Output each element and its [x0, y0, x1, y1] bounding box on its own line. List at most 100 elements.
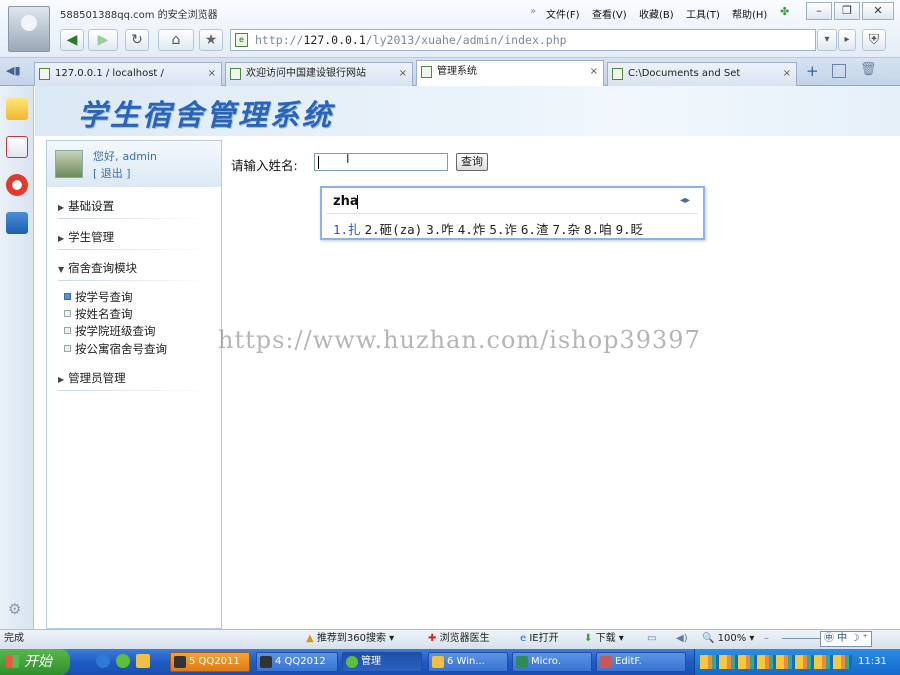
menu-basic-settings[interactable]: ▶ 基础设置	[58, 198, 114, 214]
window-title: 588501388qq.com 的安全浏览器	[60, 10, 218, 21]
query-button[interactable]: 查询	[456, 153, 488, 171]
recommend-360-button[interactable]: ▲ 推荐到360搜索 ▾	[306, 630, 394, 648]
address-dropdown-button[interactable]: ▾	[817, 29, 837, 51]
menu-favorites[interactable]: 收藏(B)	[639, 6, 674, 21]
greeting: 您好, admin	[93, 150, 157, 163]
menu-tools[interactable]: 工具(T)	[686, 6, 720, 21]
trash-icon[interactable]: 🗑	[860, 62, 877, 77]
back-button[interactable]: ◀	[60, 29, 84, 51]
ime-candidate[interactable]: 2.砸(za)	[365, 222, 423, 237]
thumb-icon: ▲	[306, 633, 314, 644]
menu-help[interactable]: 帮助(H)	[732, 6, 767, 21]
watermark: https://www.huzhan.com/ishop39397	[218, 326, 701, 354]
ime-candidate[interactable]: 6.渣	[521, 222, 549, 237]
name-query-label: 请输入姓名:	[231, 158, 298, 173]
zoom-control[interactable]: 🔍 100% ▾	[702, 630, 754, 648]
tab-collapse-icon[interactable]: ◀▮	[6, 64, 21, 77]
download-icon: ⬇	[584, 633, 593, 644]
ime-candidate[interactable]: 3.咋	[426, 222, 454, 237]
menu-file[interactable]: 文件(F)	[546, 6, 580, 21]
tab-close-icon[interactable]: ×	[783, 63, 791, 85]
divider	[58, 390, 208, 391]
menu-dorm-query[interactable]: ▼ 宿舍查询模块	[58, 260, 137, 276]
ime-candidate-list: 1.扎 2.砸(za) 3.咋 4.炸 5.诈 6.渣 7.杂 8.咱 9.眨	[333, 219, 647, 238]
ime-candidate[interactable]: 5.诈	[489, 222, 517, 237]
taskbar-microsoft[interactable]: Micro.	[512, 652, 592, 672]
submenu-by-dorm-number[interactable]: 按公寓宿舍号查询	[64, 341, 167, 357]
folder-quicklaunch-icon[interactable]	[136, 654, 150, 668]
submenu-by-student-id[interactable]: 按学号查询	[64, 289, 133, 305]
menu-view[interactable]: 查看(V)	[592, 6, 627, 21]
logout-link[interactable]: [ 退出 ]	[93, 165, 131, 181]
divider	[58, 249, 208, 250]
ime-candidate[interactable]: 7.杂	[552, 222, 580, 237]
taskbar-admin[interactable]: 管理	[342, 652, 422, 672]
start-button[interactable]: 开始	[0, 649, 70, 675]
tab-close-icon[interactable]: ×	[399, 63, 407, 85]
new-tab-icon[interactable]: +	[806, 62, 819, 80]
tab-label: C:\Documents and Set	[628, 68, 741, 79]
chevron-down-icon: ▼	[58, 265, 65, 274]
ime-candidate[interactable]: 8.咱	[584, 222, 612, 237]
bullet-icon	[64, 327, 71, 334]
name-query-input[interactable]	[314, 153, 448, 171]
ime-candidate[interactable]: 9.眨	[616, 222, 644, 237]
zoom-out-icon[interactable]: –	[764, 630, 769, 648]
taskbar-windows-explorer[interactable]: 6 Win...	[428, 652, 508, 672]
ie-open-button[interactable]: e IE打开	[520, 630, 559, 648]
refresh-button[interactable]: ↻	[125, 29, 149, 51]
weibo-icon[interactable]	[6, 174, 28, 196]
zoom-slider[interactable]	[782, 638, 820, 639]
medkit-icon: ✚	[428, 633, 437, 644]
settings-gear-icon[interactable]: ⚙	[8, 600, 21, 618]
favorite-star-button[interactable]: ★	[199, 29, 223, 51]
tray-icons[interactable]	[700, 655, 852, 669]
tab-list-icon[interactable]	[832, 64, 846, 78]
minimize-button[interactable]: –	[806, 2, 832, 20]
ime-caret	[357, 195, 358, 209]
speaker-icon[interactable]: ◀)	[676, 630, 688, 648]
ie-icon: e	[520, 633, 527, 644]
tab-phpmyadmin[interactable]: 127.0.0.1 / localhost / ×	[34, 62, 222, 86]
ime-candidate[interactable]: 4.炸	[458, 222, 486, 237]
more-arrows-icon[interactable]: »	[530, 6, 536, 17]
menu-admin-management[interactable]: ▶ 管理员管理	[58, 370, 126, 386]
taskbar-qq2012[interactable]: 4 QQ2012	[256, 652, 338, 672]
ime-page-arrows-icon[interactable]: ◂▸	[680, 195, 690, 206]
submenu-by-name[interactable]: 按姓名查询	[64, 306, 133, 322]
taskbar-editplus[interactable]: EditF.	[596, 652, 686, 672]
tab-close-icon[interactable]: ×	[590, 61, 598, 83]
taskbar-qq2011[interactable]: 5 QQ2011	[170, 652, 250, 672]
browser-doctor-button[interactable]: ✚ 浏览器医生	[428, 630, 490, 648]
shield-icon[interactable]: ⛨	[862, 29, 886, 51]
browser-sidebar	[0, 86, 34, 629]
clover-icon[interactable]: ✤	[780, 5, 789, 18]
phone-icon[interactable]	[6, 212, 28, 234]
maximize-button[interactable]: ❐	[834, 2, 860, 20]
go-button[interactable]: ▸	[838, 29, 856, 51]
forward-button[interactable]: ▶	[88, 29, 118, 51]
clock: 11:31	[858, 656, 887, 667]
home-button[interactable]: ⌂	[158, 29, 194, 51]
user-avatar-icon[interactable]	[8, 6, 50, 52]
360-quicklaunch-icon[interactable]	[116, 654, 130, 668]
page-icon: e	[235, 33, 248, 47]
menu-student-management[interactable]: ▶ 学生管理	[58, 229, 114, 245]
tab-label: 管理系统	[437, 66, 477, 77]
ime-candidate[interactable]: 1.扎	[333, 222, 361, 237]
ime-status-bar[interactable]: ㊥ 中 ☽ ⁺	[820, 631, 872, 647]
download-button[interactable]: ⬇ 下载 ▾	[584, 630, 624, 648]
calendar-icon[interactable]	[6, 136, 28, 158]
screen-icon[interactable]: ▭	[647, 630, 656, 648]
ie-quicklaunch-icon[interactable]	[96, 654, 110, 668]
tab-admin-system[interactable]: 管理系统 ×	[416, 60, 604, 86]
address-bar[interactable]: http://127.0.0.1/ly2013/xuahe/admin/inde…	[230, 29, 816, 51]
tab-close-icon[interactable]: ×	[208, 63, 216, 85]
text-caret	[318, 156, 319, 169]
favorites-star-icon[interactable]	[6, 98, 28, 120]
tab-local-file[interactable]: C:\Documents and Set ×	[607, 62, 797, 86]
submenu-by-college-class[interactable]: 按学院班级查询	[64, 323, 156, 339]
ime-composition: zha	[333, 194, 359, 209]
close-window-button[interactable]: ✕	[862, 2, 894, 20]
tab-ccb[interactable]: 欢迎访问中国建设银行网站 ×	[225, 62, 413, 86]
